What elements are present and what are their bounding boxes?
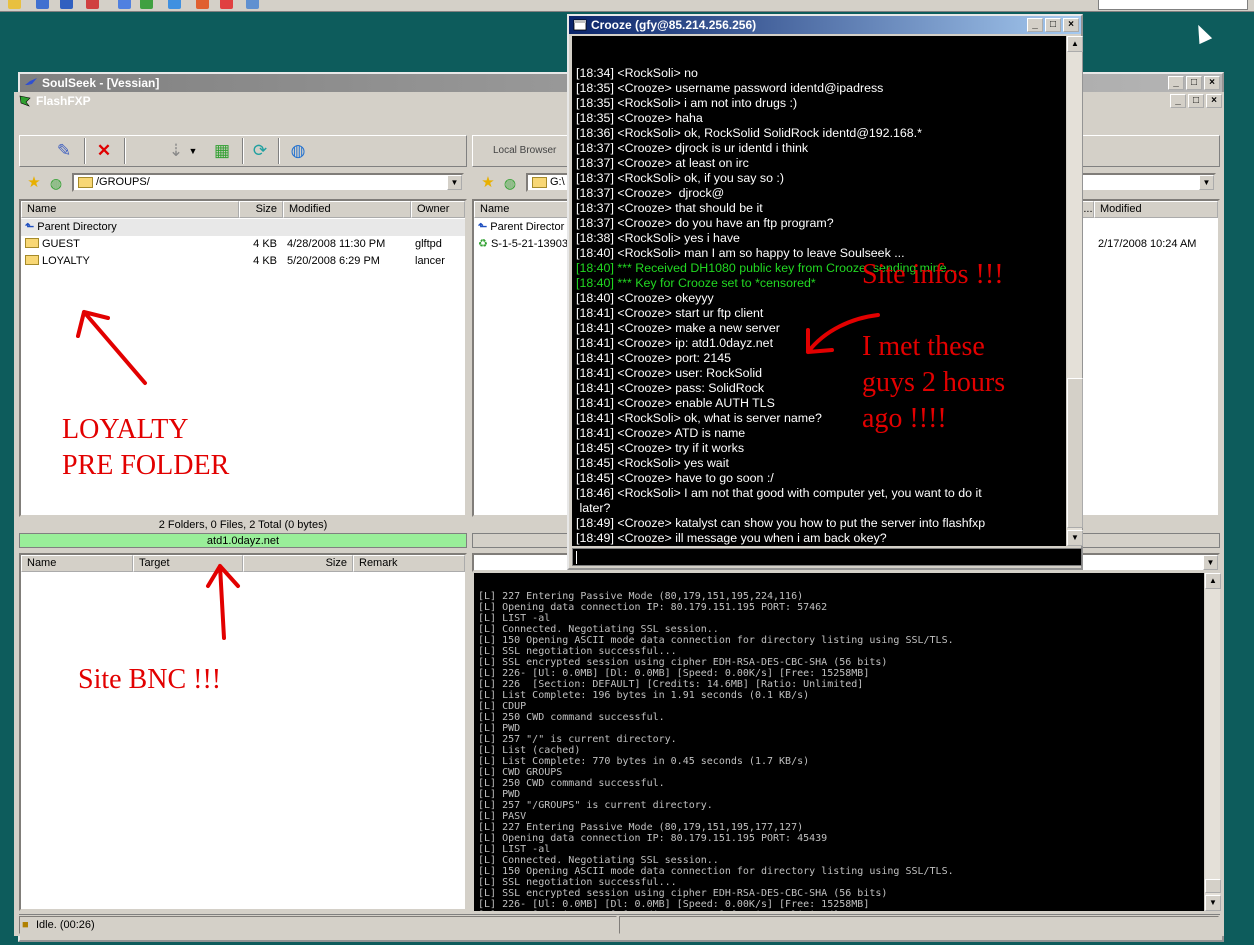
loyalty-arrow (76, 310, 147, 385)
loyalty-annotation: LOYALTY PRE FOLDER (62, 414, 230, 481)
bnc-arrow (206, 564, 240, 640)
site-infos-annotation: Site infos !!! (862, 259, 1004, 290)
met-annotation: I met these guys 2 hours ago !!!! (862, 331, 1006, 434)
bnc-annotation: Site BNC !!! (78, 664, 222, 695)
